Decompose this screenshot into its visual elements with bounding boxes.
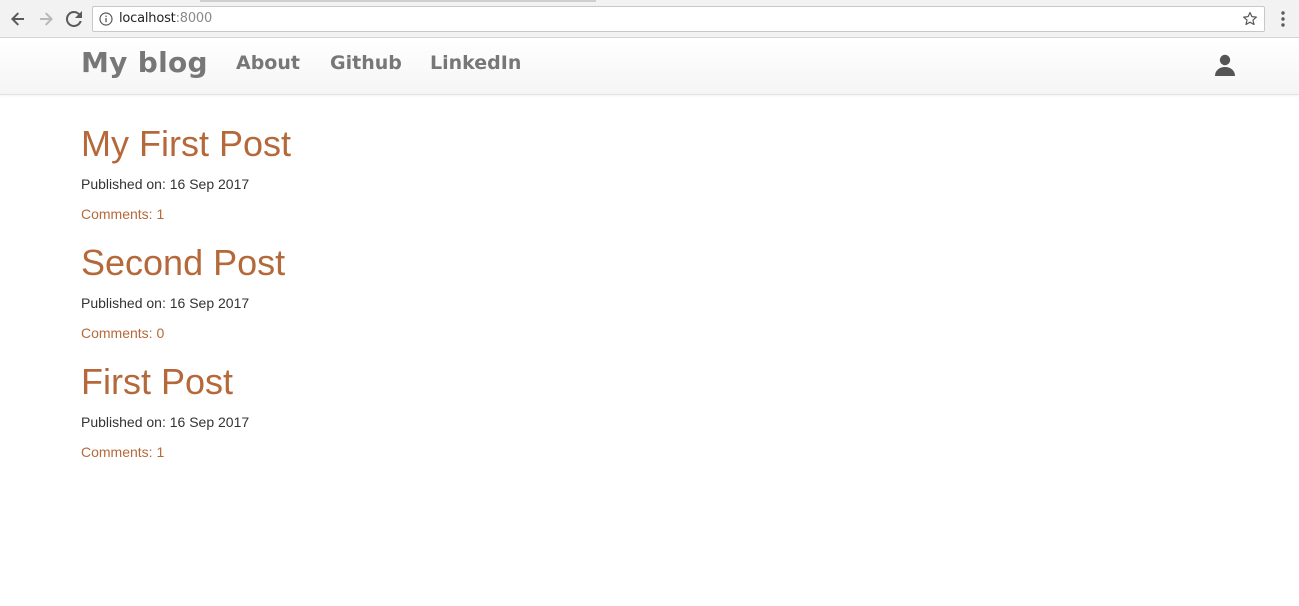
post-list: My First Post Published on: 16 Sep 2017 … <box>81 122 1181 479</box>
arrow-right-icon <box>40 12 53 26</box>
post-title-link[interactable]: My First Post <box>81 122 1181 166</box>
url-host: localhost <box>119 11 176 26</box>
more-menu-icon[interactable] <box>1276 9 1290 29</box>
url-port: :8000 <box>175 11 213 26</box>
post-published-date: Published on: 16 Sep 2017 <box>81 414 250 430</box>
reload-button[interactable] <box>63 8 85 30</box>
post-item: My First Post Published on: 16 Sep 2017 … <box>81 122 1181 241</box>
forward-button[interactable] <box>35 8 57 30</box>
site-navbar: My blog About Github LinkedIn <box>0 38 1299 95</box>
post-title-link[interactable]: Second Post <box>81 241 1181 285</box>
post-title-link[interactable]: First Post <box>81 360 1181 404</box>
bookmark-star-icon[interactable] <box>1242 11 1258 27</box>
nav-link-about[interactable]: About <box>236 52 300 74</box>
post-published-date: Published on: 16 Sep 2017 <box>81 176 250 192</box>
browser-toolbar: localhost:8000 <box>0 0 1299 38</box>
post-item: Second Post Published on: 16 Sep 2017 Co… <box>81 241 1181 360</box>
address-bar[interactable]: localhost:8000 <box>92 6 1265 32</box>
post-item: First Post Published on: 16 Sep 2017 Com… <box>81 360 1181 479</box>
url-text[interactable]: localhost:8000 <box>119 11 212 26</box>
info-icon[interactable] <box>99 12 113 26</box>
user-icon[interactable] <box>1213 53 1237 77</box>
reload-icon <box>66 11 82 27</box>
arrow-left-icon <box>11 12 24 26</box>
post-published-date: Published on: 16 Sep 2017 <box>81 295 250 311</box>
nav-link-github[interactable]: Github <box>330 52 402 74</box>
nav-link-linkedin[interactable]: LinkedIn <box>430 52 521 74</box>
tab-strip-edge <box>200 0 596 2</box>
post-comments-link[interactable]: Comments: 1 <box>81 205 164 223</box>
back-button[interactable] <box>7 8 29 30</box>
post-comments-link[interactable]: Comments: 0 <box>81 324 164 342</box>
brand-link[interactable]: My blog <box>81 46 208 79</box>
post-comments-link[interactable]: Comments: 1 <box>81 443 164 461</box>
